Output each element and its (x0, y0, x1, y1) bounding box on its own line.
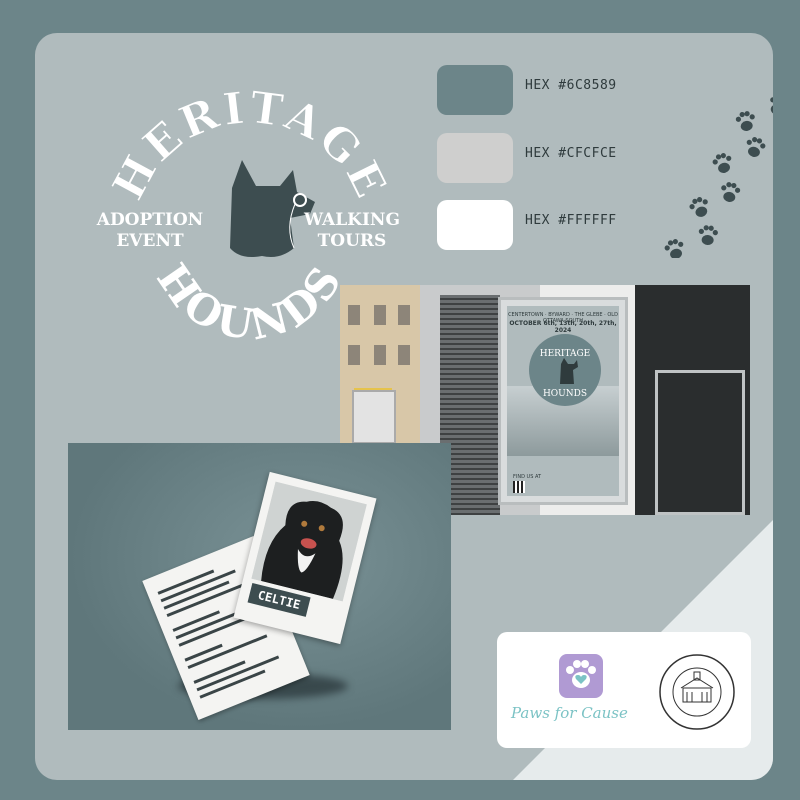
poster-logo: HERITAGE HOUNDS (529, 334, 601, 406)
svg-text:HOUNDS: HOUNDS (543, 389, 587, 399)
logo-right-2: TOURS (318, 231, 387, 251)
kiosk (352, 390, 396, 444)
poster: CENTERTOWN · BYWARD · THE GLEBE · OLD OT… (507, 306, 619, 496)
swatch-3 (437, 200, 513, 250)
paws-for-cause-logo (559, 654, 603, 698)
poster-find-us: FIND US AT (513, 474, 542, 480)
swatch-2 (437, 133, 513, 183)
poster-frame: CENTERTOWN · BYWARD · THE GLEBE · OLD OT… (498, 297, 628, 505)
paw-prints-icon (662, 92, 773, 258)
svg-text:HERITAGE: HERITAGE (540, 349, 591, 359)
qr-code-icon (513, 481, 525, 493)
swatch-label-1: HEX #6C8589 (525, 78, 617, 93)
paws-for-cause-text: Paws for Cause (511, 704, 628, 722)
dog-photo (251, 481, 367, 602)
logo-left-1: ADOPTION (96, 210, 203, 230)
swatch-label-2: HEX #CFCFCE (525, 146, 617, 161)
dog-photo-card: CELTIE (233, 471, 377, 645)
logo-left-2: EVENT (116, 231, 184, 251)
dog-card-mockup: CELTIE (68, 443, 451, 730)
logo-right-1: WALKING (303, 210, 400, 230)
heritage-ottawa-seal (659, 654, 735, 730)
svg-text:HOUNDS: HOUNDS (147, 255, 352, 350)
paw-heart-icon (566, 660, 596, 688)
logo-title-bottom: HOUNDS (147, 255, 349, 350)
poster-dates: OCTOBER 6th, 13th, 20th, 27th, 2024 (509, 320, 617, 334)
dog-silhouette-icon (230, 160, 315, 257)
swatch-1 (437, 65, 513, 115)
partner-logos: Paws for Cause (497, 632, 751, 748)
swatch-label-3: HEX #FFFFFF (525, 213, 617, 228)
